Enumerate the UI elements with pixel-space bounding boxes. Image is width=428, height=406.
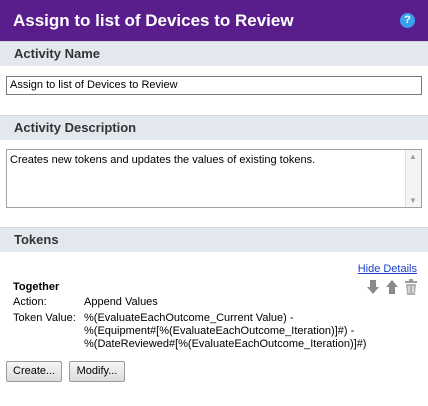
activity-name-input[interactable]: Assign to list of Devices to Review	[6, 76, 422, 95]
move-down-icon[interactable]	[365, 278, 381, 296]
activity-name-header: Activity Name	[0, 41, 428, 66]
dialog-titlebar: Assign to list of Devices to Review ?	[0, 0, 428, 41]
action-value: Append Values	[84, 296, 158, 308]
token-toolbar	[365, 278, 419, 296]
activity-name-heading: Activity Name	[14, 46, 100, 61]
token-value-line: %(EvaluateEachOutcome_Current Value) -	[84, 312, 294, 324]
token-name: Together	[13, 281, 60, 293]
scroll-up-icon[interactable]: ▲	[409, 152, 417, 161]
move-up-icon[interactable]	[384, 278, 400, 296]
activity-description-textarea[interactable]: Creates new tokens and updates the value…	[6, 149, 422, 208]
modify-button[interactable]: Modify...	[69, 361, 125, 382]
activity-description-text: Creates new tokens and updates the value…	[10, 154, 316, 166]
delete-icon[interactable]	[403, 278, 419, 296]
create-button[interactable]: Create...	[6, 361, 62, 382]
scroll-down-icon[interactable]: ▼	[409, 196, 417, 205]
activity-description-header: Activity Description	[0, 115, 428, 140]
hide-details-link[interactable]: Hide Details	[358, 263, 417, 275]
description-scrollbar[interactable]: ▲ ▼	[405, 150, 421, 207]
tokens-header: Tokens	[0, 227, 428, 252]
token-value-label: Token Value:	[13, 312, 76, 324]
activity-description-heading: Activity Description	[14, 120, 137, 135]
token-value-line: %(Equipment#[%(EvaluateEachOutcome_Itera…	[84, 325, 355, 337]
dialog-title: Assign to list of Devices to Review	[13, 11, 294, 30]
tokens-heading: Tokens	[14, 232, 59, 247]
help-icon[interactable]: ?	[400, 13, 415, 28]
action-label: Action:	[13, 296, 47, 308]
token-value-line: %(DateReviewed#[%(EvaluateEachOutcome_It…	[84, 338, 367, 350]
